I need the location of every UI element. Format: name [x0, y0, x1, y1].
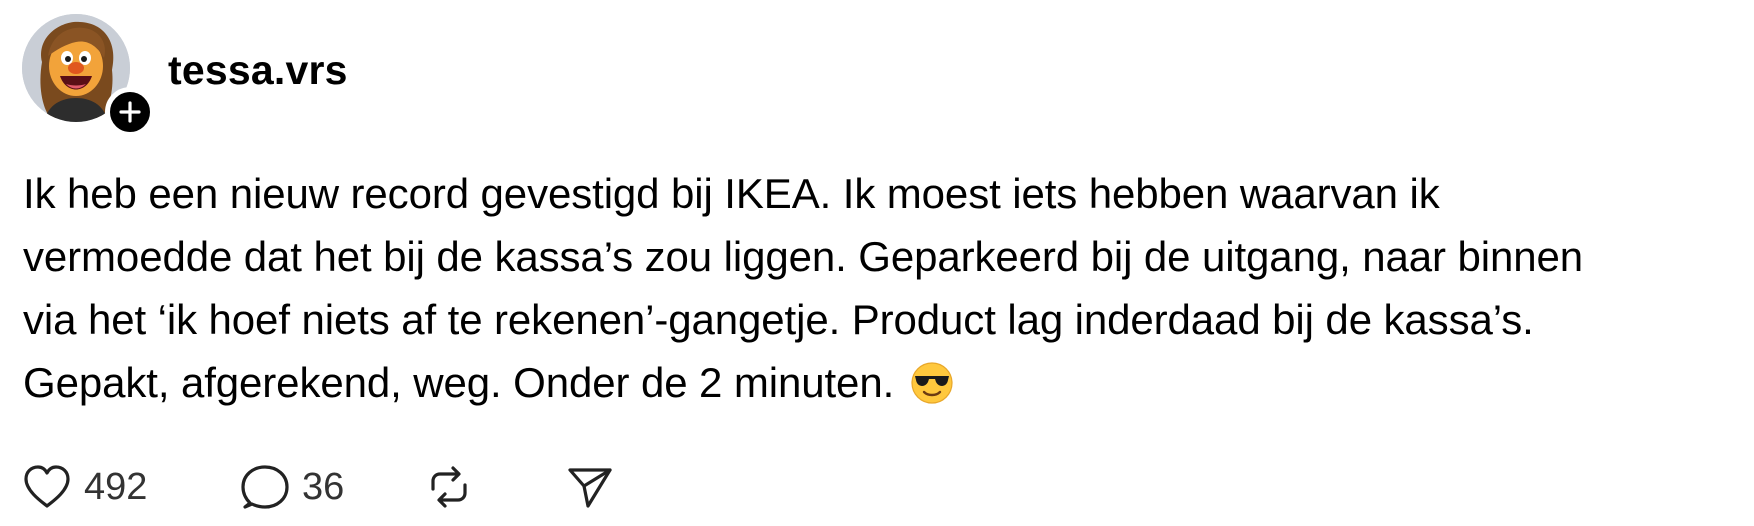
- reply-button[interactable]: 36: [240, 460, 344, 514]
- reply-count: 36: [302, 466, 345, 508]
- repost-icon: [431, 466, 467, 508]
- send-icon: [568, 468, 612, 508]
- speech-bubble-icon: [241, 465, 289, 509]
- sunglasses-emoji-icon: [910, 359, 954, 404]
- post-text-line: Gepakt, afgerekend, weg. Onder de 2 minu…: [23, 359, 895, 406]
- author-username[interactable]: tessa.vrs: [168, 44, 348, 96]
- like-button[interactable]: 492: [22, 460, 147, 514]
- post-text-last-line: Gepakt, afgerekend, weg. Onder de 2 minu…: [23, 351, 1743, 414]
- plus-icon: [119, 101, 141, 123]
- like-count: 492: [84, 466, 148, 508]
- post-text-line: via het ‘ik hoef niets af te rekenen’-ga…: [23, 296, 1534, 343]
- heart-icon: [24, 465, 70, 508]
- share-button[interactable]: [566, 460, 614, 514]
- repost-button[interactable]: [425, 460, 473, 514]
- follow-button[interactable]: [105, 87, 155, 137]
- post-text-line: vermoedde dat het bij de kassa’s zou lig…: [23, 233, 1583, 280]
- thread-post: tessa.vrs Ik heb een nieuw record gevest…: [0, 0, 1754, 526]
- author-avatar[interactable]: [22, 14, 155, 137]
- post-text: Ik heb een nieuw record gevestigd bij IK…: [23, 162, 1743, 414]
- post-text-line: Ik heb een nieuw record gevestigd bij IK…: [23, 170, 1440, 217]
